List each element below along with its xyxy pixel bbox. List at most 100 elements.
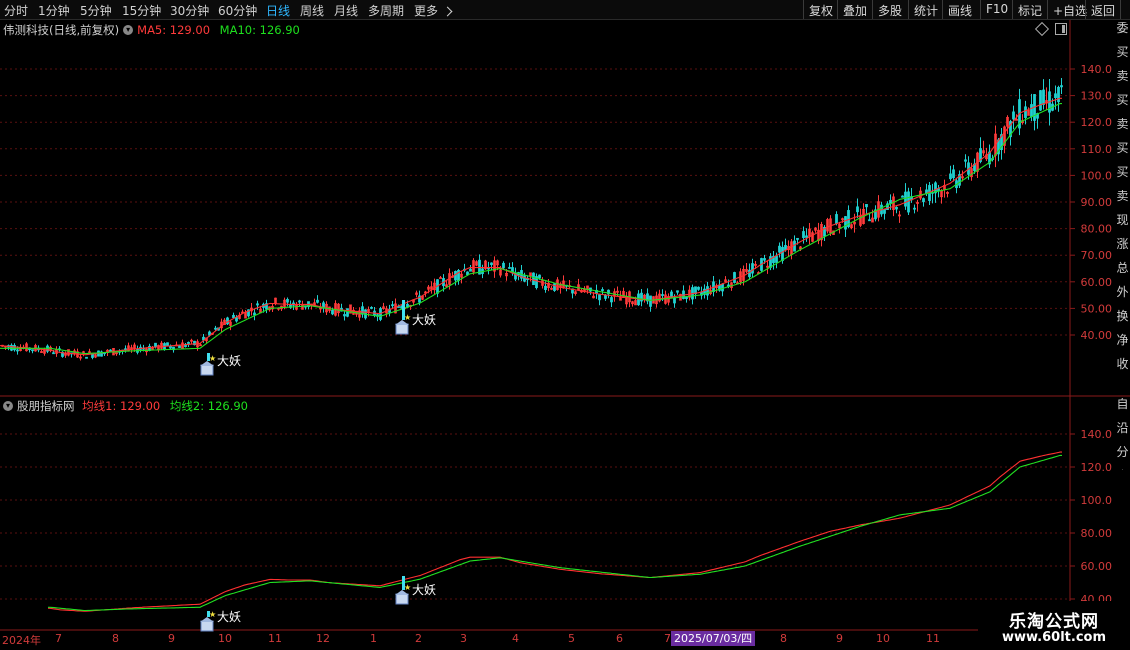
side-panel-char: 涨 [1116,237,1129,251]
candle-body [298,300,301,303]
candle-body [733,272,736,283]
y-tick-label: 70.00 [1081,249,1113,262]
candle-body [286,299,289,303]
signal-label: 大妖 [217,610,241,624]
candle-body [784,245,787,251]
kline-chart[interactable]: 大妖★大妖★大妖★大妖★ 140.0130.0120.0110.0100.090… [0,0,1130,650]
main-panel-header: 伟测科技(日线,前复权) ▾ MA5: 129.00 MA10: 126.90 [3,22,300,38]
indicator-line1-label: 均线1: 129.00 [82,399,161,413]
side-panel-char: 买 [1116,141,1129,155]
side-panel-char: 收 [1116,357,1129,371]
star-icon: ★ [404,313,411,322]
candle-body [610,297,613,303]
y-tick-label: 120.0 [1081,116,1113,129]
signal-label: 大妖 [217,354,241,368]
candle-body [895,206,898,210]
candle-body [316,299,319,303]
quote-side-panel: 委买卖买卖买买卖现涨总外换净收 [1115,22,1130,394]
x-axis-label: 11 [926,632,940,645]
signal-label: 大妖 [412,583,436,597]
candle-body [844,216,847,230]
x-axis-label: 10 [218,632,232,645]
watermark-url: www.60lt.com [1001,630,1107,645]
side-panel-char: 沿 [1116,421,1129,435]
candle-body [835,214,838,224]
candle-body [598,294,601,301]
signal-house-icon [395,323,409,335]
candle-body [508,267,511,269]
x-axis-label: 2 [415,632,422,645]
x-axis-label: 8 [112,632,119,645]
indicator-line-1 [47,451,1062,612]
candle-body [775,255,778,263]
candle-body [232,314,235,318]
candle-body [1039,90,1042,111]
candle-body [16,349,19,352]
candle-body [805,235,808,238]
ma5-line [0,97,1062,356]
candle-body [31,349,34,352]
candle-body [697,286,700,290]
window-toggle-icon[interactable] [1055,23,1067,35]
candle-body [52,352,55,355]
side-panel-char: 分 [1116,445,1129,459]
candle-body [661,294,664,296]
cursor-date-label: 2025/07/03/四 [671,631,756,646]
indicator-settings-icon[interactable]: ▾ [3,401,13,411]
candle-body [13,345,16,351]
y-tick-label: 100.0 [1081,169,1113,182]
candle-body [343,314,346,317]
candle-body [178,345,181,348]
watermark-title: 乐淘公式网 [1009,612,1099,632]
candle-body [763,258,766,261]
x-axis-label: 6 [616,632,623,645]
candle-body [868,219,871,222]
candle-body [454,270,457,281]
candle-body [685,296,688,299]
candle-body [1060,85,1063,88]
candle-body [1024,106,1027,118]
candle-body [544,285,547,290]
candle-body [235,317,238,322]
y-tick-label: 50.00 [1081,302,1113,315]
candle-body [706,286,709,296]
y-tick-label: 40.00 [1081,329,1113,342]
indicator-title: 股朋指标网 [17,399,75,413]
candle-body [1042,89,1045,105]
candle-body [538,274,541,279]
candle-body [439,277,442,280]
signal-label: 大妖 [412,313,436,327]
x-axis-label: 5 [568,632,575,645]
x-axis-label: 2024年 [2,634,41,647]
watermark: 乐淘公式网 www.60lt.com [978,601,1130,650]
candle-body [796,237,799,240]
x-axis-label: 11 [268,632,282,645]
candle-body [949,173,952,180]
x-axis-label: 3 [460,632,467,645]
star-icon: ★ [404,583,411,592]
candle-body [904,191,907,207]
side-panel-char: 卖 [1116,69,1129,83]
x-axis-label: 7 [55,632,62,645]
candle-body [532,272,535,286]
candle-body [964,159,967,162]
x-axis-label: 10 [876,632,890,645]
candle-body [1012,111,1015,120]
settings-circle-icon[interactable]: ▾ [123,25,134,35]
candle-body [1054,93,1057,99]
x-axis-label: 9 [168,632,175,645]
candle-body [1030,104,1033,117]
side-panel-char: 卖 [1116,189,1129,203]
candle-body [922,198,925,203]
y-tick-label: 140.0 [1081,63,1113,76]
indicator-line2-label: 均线2: 126.90 [169,399,248,413]
side-panel-char: 总 [1116,261,1129,275]
candle-body [346,308,349,317]
candle-body [913,207,916,210]
side-panel-char: 净 [1116,333,1129,347]
side-panel-char: 卖 [1116,117,1129,131]
candle-body [601,289,604,291]
y-tick-label: 140.0 [1081,428,1113,441]
stock-title: 伟测科技(日线,前复权) [3,23,120,37]
candle-body [883,208,886,214]
